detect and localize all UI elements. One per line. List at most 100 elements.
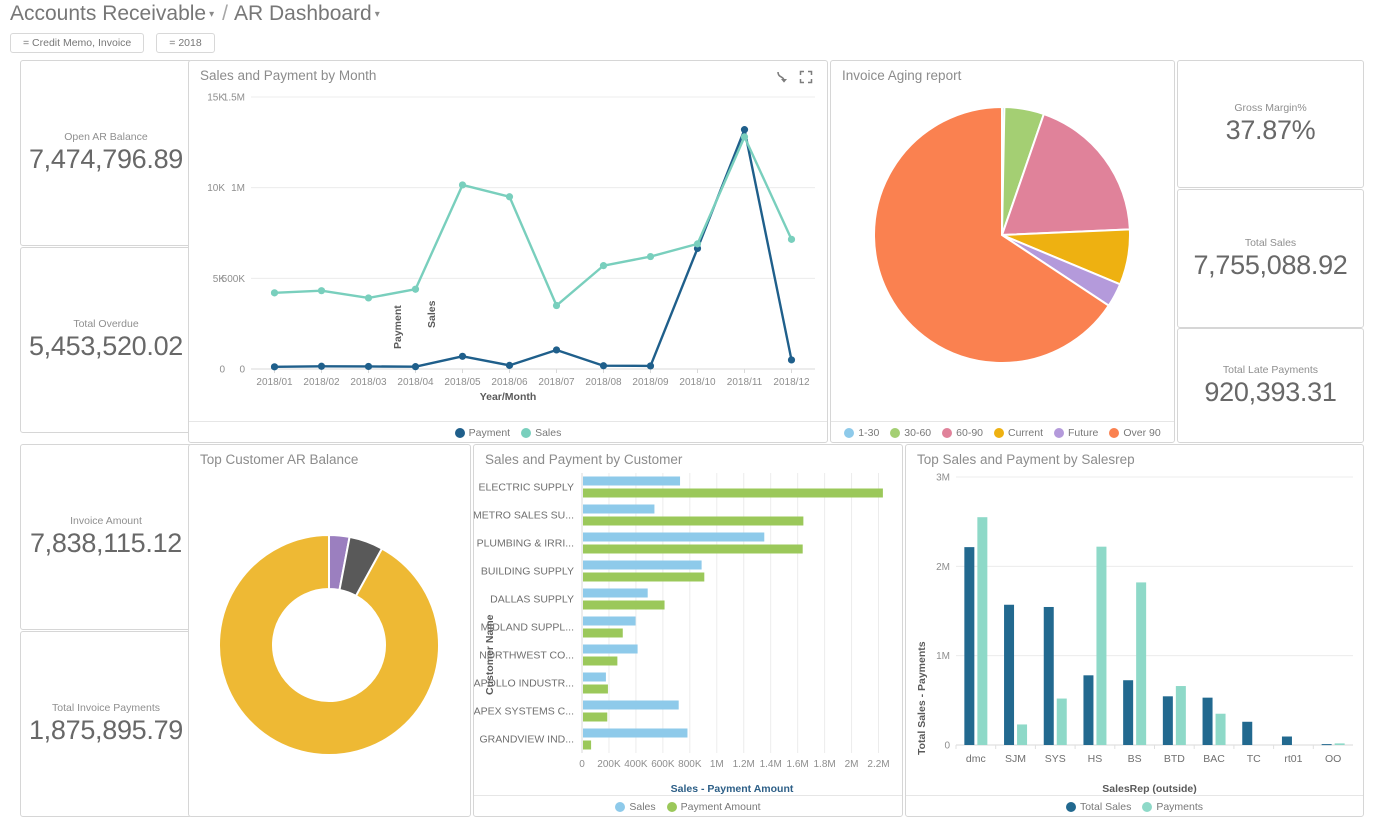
legend-item-60-90[interactable]: 60-90: [942, 427, 983, 439]
vbar-chart-plot[interactable]: 01M2M3MdmcSJMSYSHSBSBTDBACTCrt01OO: [906, 465, 1363, 795]
vbar-bar-payments[interactable]: [1216, 714, 1226, 745]
hbar-bar-payment-amount[interactable]: [583, 657, 617, 666]
kpi-tile-gross-margin[interactable]: Gross Margin% 37.87%: [1177, 60, 1364, 188]
vbar-bar-payments[interactable]: [1096, 547, 1106, 745]
vbar-bar-total-sales[interactable]: [1203, 698, 1213, 745]
line-chart-data-point[interactable]: [788, 236, 795, 243]
line-chart-plot[interactable]: 05K10K15K0500K1M1.5M2018/012018/022018/0…: [189, 83, 827, 443]
line-chart-data-point[interactable]: [365, 294, 372, 301]
pie-chart-plot[interactable]: [831, 87, 1174, 417]
chevron-down-icon[interactable]: ▾: [209, 9, 214, 20]
vbar-bar-total-sales[interactable]: [1004, 605, 1014, 745]
vbar-bar-total-sales[interactable]: [1282, 737, 1292, 745]
drill-down-icon[interactable]: [775, 70, 789, 84]
breadcrumb-item-ar-dashboard[interactable]: AR Dashboard▾: [234, 2, 382, 25]
hbar-bar-sales[interactable]: [583, 673, 606, 682]
line-chart-data-point[interactable]: [694, 240, 701, 247]
vbar-bar-payments[interactable]: [977, 517, 987, 745]
vbar-category-label: rt01: [1284, 753, 1302, 765]
legend-item-payment[interactable]: Payment: [455, 427, 510, 439]
vbar-bar-payments[interactable]: [1057, 699, 1067, 745]
legend-label: Sales: [629, 801, 655, 813]
hbar-bar-payment-amount[interactable]: [583, 545, 803, 554]
line-chart-series-sales[interactable]: [275, 137, 792, 306]
vbar-bar-total-sales[interactable]: [1044, 607, 1054, 745]
line-chart-data-point[interactable]: [647, 253, 654, 260]
kpi-tile-total-sales[interactable]: Total Sales 7,755,088.92: [1177, 189, 1364, 328]
kpi-tile-invoice-amount[interactable]: Invoice Amount 7,838,115.12: [20, 444, 192, 630]
line-chart-data-point[interactable]: [459, 353, 466, 360]
line-chart-tick-month: 2018/02: [303, 377, 340, 388]
vbar-bar-payments[interactable]: [1176, 686, 1186, 745]
legend-item-over-90[interactable]: Over 90: [1109, 427, 1160, 439]
line-chart-data-point[interactable]: [506, 362, 513, 369]
line-chart-data-point[interactable]: [271, 289, 278, 296]
legend-item-sales[interactable]: Sales: [521, 427, 561, 439]
hbar-bar-payment-amount[interactable]: [583, 517, 803, 526]
hbar-bar-payment-amount[interactable]: [583, 741, 591, 750]
vbar-bar-total-sales[interactable]: [964, 547, 974, 745]
hbar-bar-payment-amount[interactable]: [583, 573, 704, 582]
filter-chip-document-type[interactable]: = Credit Memo, Invoice: [10, 33, 144, 53]
line-chart-data-point[interactable]: [365, 363, 372, 370]
filter-chip-year[interactable]: = 2018: [156, 33, 214, 53]
vbar-bar-payments[interactable]: [1335, 743, 1345, 745]
line-chart-data-point[interactable]: [412, 363, 419, 370]
hbar-bar-sales[interactable]: [583, 477, 680, 486]
line-chart-data-point[interactable]: [647, 362, 654, 369]
line-chart-data-point[interactable]: [553, 346, 560, 353]
expand-icon[interactable]: [799, 70, 813, 84]
line-chart-data-point[interactable]: [459, 181, 466, 188]
hbar-bar-payment-amount[interactable]: [583, 489, 883, 498]
legend-item-1-30[interactable]: 1-30: [844, 427, 879, 439]
breadcrumb-item-accounts-receivable[interactable]: Accounts Receivable▾: [10, 2, 216, 25]
donut-chart-plot[interactable]: [189, 475, 470, 815]
hbar-bar-payment-amount[interactable]: [583, 713, 607, 722]
hbar-bar-payment-amount[interactable]: [583, 629, 623, 638]
legend-item-payment-amount[interactable]: Payment Amount: [667, 801, 761, 813]
legend-item-payments[interactable]: Payments: [1142, 801, 1203, 813]
vbar-bar-total-sales[interactable]: [1163, 696, 1173, 745]
chevron-down-icon[interactable]: ▾: [375, 9, 380, 20]
hbar-bar-sales[interactable]: [583, 505, 654, 514]
line-chart-data-point[interactable]: [788, 356, 795, 363]
hbar-bar-sales[interactable]: [583, 561, 702, 570]
line-chart-data-point[interactable]: [271, 363, 278, 370]
hbar-bar-sales[interactable]: [583, 533, 764, 542]
vbar-bar-total-sales[interactable]: [1322, 744, 1332, 745]
kpi-tile-total-overdue[interactable]: Total Overdue 5,453,520.02: [20, 247, 192, 433]
vbar-bar-payments[interactable]: [1136, 582, 1146, 745]
line-chart-data-point[interactable]: [741, 126, 748, 133]
vbar-bar-total-sales[interactable]: [1242, 722, 1252, 745]
legend-item-30-60[interactable]: 30-60: [890, 427, 931, 439]
kpi-tile-open-ar-balance[interactable]: Open AR Balance 7,474,796.89: [20, 60, 192, 246]
line-chart-data-point[interactable]: [318, 287, 325, 294]
legend-item-sales[interactable]: Sales: [615, 801, 655, 813]
legend-item-future[interactable]: Future: [1054, 427, 1098, 439]
hbar-bar-payment-amount[interactable]: [583, 685, 608, 694]
kpi-tile-total-late-payments[interactable]: Total Late Payments 920,393.31: [1177, 328, 1364, 443]
legend-item-current[interactable]: Current: [994, 427, 1043, 439]
hbar-bar-sales[interactable]: [583, 701, 679, 710]
vbar-bar-payments[interactable]: [1017, 724, 1027, 745]
hbar-bar-sales[interactable]: [583, 729, 687, 738]
vbar-bar-total-sales[interactable]: [1083, 675, 1093, 745]
hbar-bar-sales[interactable]: [583, 589, 648, 598]
line-chart-tick-month: 2018/04: [397, 377, 434, 388]
donut-slice-customer-group-a[interactable]: [219, 535, 439, 755]
line-chart-data-point[interactable]: [412, 286, 419, 293]
hbar-bar-payment-amount[interactable]: [583, 601, 665, 610]
line-chart-data-point[interactable]: [741, 133, 748, 140]
hbar-bar-sales[interactable]: [583, 645, 638, 654]
line-chart-data-point[interactable]: [318, 363, 325, 370]
line-chart-data-point[interactable]: [553, 302, 560, 309]
panel-sales-and-payment-by-month: Sales and Payment by Month Payment Sales…: [188, 60, 828, 443]
kpi-tile-total-invoice-payments[interactable]: Total Invoice Payments 1,875,895.79: [20, 631, 192, 817]
hbar-bar-sales[interactable]: [583, 617, 636, 626]
hbar-chart-plot[interactable]: 0200K400K600K800K1M1.2M1.4M1.6M1.8M2M2.2…: [474, 465, 902, 795]
line-chart-data-point[interactable]: [600, 362, 607, 369]
line-chart-data-point[interactable]: [600, 262, 607, 269]
line-chart-data-point[interactable]: [506, 193, 513, 200]
legend-item-total-sales[interactable]: Total Sales: [1066, 801, 1131, 813]
vbar-bar-total-sales[interactable]: [1123, 680, 1133, 745]
